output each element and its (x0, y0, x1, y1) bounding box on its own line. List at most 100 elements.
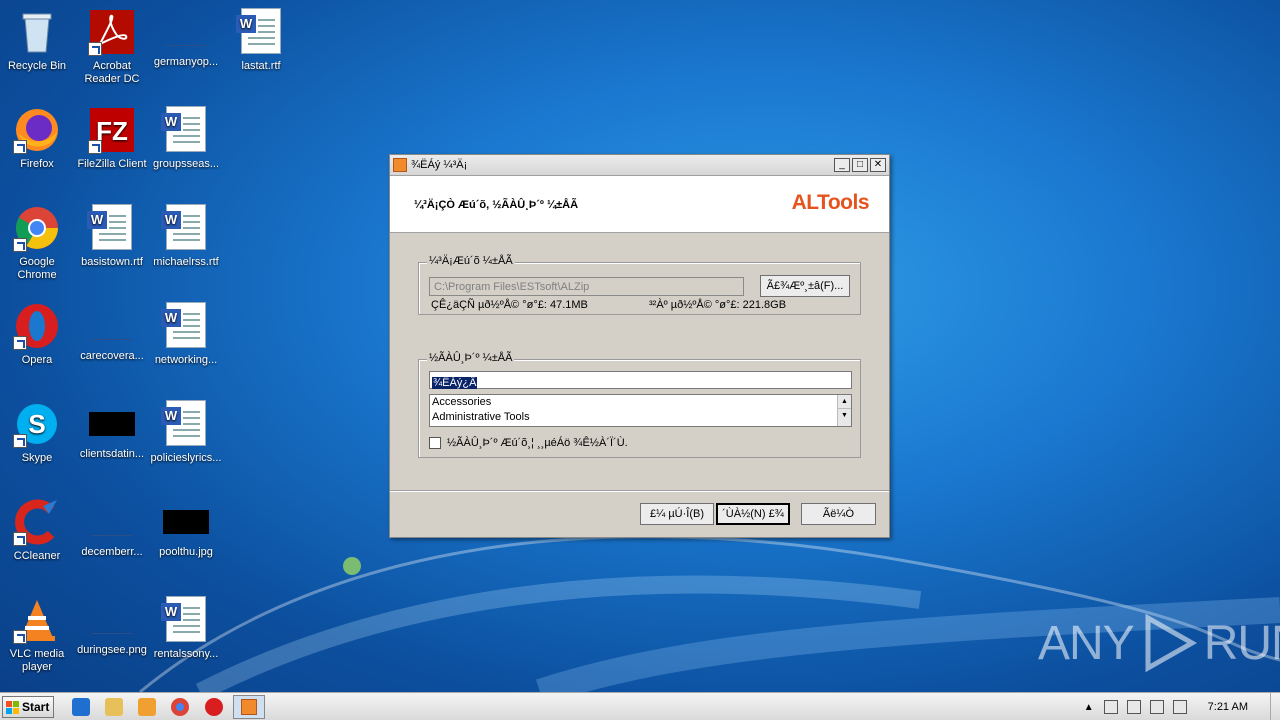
blank-file-icon (92, 316, 132, 340)
desktop-icon-basistown[interactable]: W basistown.rtf (75, 204, 149, 269)
desktop-icon-label: policieslyrics... (150, 452, 222, 464)
desktop-icon-recycle-bin[interactable]: Recycle Bin (0, 8, 74, 73)
blank-file-icon (166, 22, 206, 46)
black-image-icon (89, 412, 135, 436)
desktop-icon-germanyop[interactable]: germanyop... (149, 8, 223, 69)
start-menu-name-input[interactable]: ¾ËÁý¿Â (429, 371, 852, 389)
show-desktop-button[interactable] (1270, 693, 1280, 720)
desktop-icon-label: Recycle Bin (7, 60, 67, 72)
desktop-icon-policieslyrics[interactable]: W policieslyrics... (149, 400, 223, 465)
action-center-icon[interactable] (1103, 700, 1118, 714)
start-menu-group-label: ½ÃÀÛ¸Þ´º ¼±ÅÃ (427, 352, 515, 364)
desktop-icon-opera[interactable]: Opera (0, 302, 74, 367)
internet-explorer-icon[interactable] (72, 698, 90, 716)
start-button[interactable]: Start (2, 696, 54, 718)
maximize-button[interactable]: □ (852, 158, 868, 172)
watermark-right-text: RUN (1203, 616, 1280, 670)
start-menu-folder-list[interactable]: Accessories Administrative Tools ▲ ▼ (429, 394, 852, 427)
desktop-icon-label: decemberr... (81, 546, 143, 558)
list-item[interactable]: Administrative Tools (430, 410, 851, 425)
recycle-bin-icon (13, 8, 61, 56)
file-explorer-icon[interactable] (105, 698, 123, 716)
show-hidden-icons-icon[interactable]: ▲ (1084, 702, 1094, 713)
desktop-icon-decemberr[interactable]: decemberr... (75, 498, 149, 559)
install-folder-group-label: ¼³Ä¡Æú´õ ¼±ÅÃ (427, 255, 515, 267)
desktop-icon-groupsseas[interactable]: W groupsseas... (149, 106, 223, 171)
desktop-icon-clientsdatin[interactable]: clientsdatin... (75, 400, 149, 461)
alzip-app-icon (393, 158, 407, 172)
scroll-down-icon[interactable]: ▼ (838, 409, 851, 423)
header-title: ¼³Ä¡ÇÒ Æú´õ, ½ÃÀÛ¸Þ´º ¼±ÅÃ (414, 199, 579, 211)
start-menu-name-value: ¾ËÁý¿Â (432, 377, 478, 389)
desktop-icon-label: groupsseas... (152, 158, 220, 170)
skype-icon: S (13, 400, 61, 448)
ccleaner-icon (13, 498, 61, 546)
desktop-icon-rentalssony[interactable]: W rentalssony... (149, 596, 223, 661)
desktop-icon-label: CCleaner (13, 550, 61, 562)
desktop-icon-michaelrss[interactable]: W michaelrss.rtf (149, 204, 223, 269)
start-label: Start (22, 700, 50, 714)
desktop-icon-poolthu[interactable]: poolthu.jpg (149, 498, 223, 559)
taskbar-alzip-setup[interactable] (233, 695, 265, 719)
desktop-icon-firefox[interactable]: Firefox (0, 106, 74, 171)
cancel-button[interactable]: Ãë¼Ò (801, 503, 876, 525)
back-button[interactable]: £¼ µÚ·Î(B) (640, 503, 714, 525)
next-button[interactable]: ´ÙÀ½(N) £¾ (716, 503, 790, 525)
title-bar[interactable]: ¾ËÁý ¼³Ä¡ _ □ ✕ (390, 155, 889, 176)
desktop-icon-label: Opera (21, 354, 53, 366)
opera-icon (13, 302, 61, 350)
desktop-icon-label: basistown.rtf (81, 256, 143, 268)
altools-logo: ALTools (791, 191, 870, 214)
media-player-icon[interactable] (138, 698, 156, 716)
desktop-icon-label: germanyop... (153, 56, 219, 68)
desktop-icon-label: rentalssony... (153, 648, 219, 660)
minimize-button[interactable]: _ (834, 158, 850, 172)
desktop-icon-label: poolthu.jpg (159, 546, 213, 558)
volume-icon[interactable] (1149, 700, 1164, 714)
network-icon[interactable] (1126, 700, 1141, 714)
desktop-icon-skype[interactable]: S Skype (0, 400, 74, 465)
chrome-taskbar-icon[interactable] (171, 698, 189, 716)
desktop-icon-label: duringsee.png (77, 644, 147, 656)
desktop-icon-vlc[interactable]: VLC media player (0, 596, 74, 674)
word-doc-icon: W (161, 400, 210, 448)
opera-taskbar-icon[interactable] (205, 698, 223, 716)
scroll-up-icon[interactable]: ▲ (838, 395, 851, 409)
word-doc-icon: W (161, 596, 210, 644)
flag-icon[interactable] (1172, 700, 1187, 714)
desktop-icon-label: lastat.rtf (241, 60, 281, 72)
available-space-text: ³²Àº µð½ºÅ© °ø°£: 221.8GB (649, 299, 787, 311)
desktop-icon-label: networking... (154, 354, 218, 366)
no-start-menu-checkbox[interactable]: ½ÃÀÛ¸Þ´º Æú´õ¸¦ ¸¸µéÁö ¾Ê½À´Ï´Ù. (429, 437, 628, 449)
blank-file-icon (92, 512, 132, 536)
word-doc-icon: W (161, 302, 210, 350)
desktop-icon-acrobat[interactable]: Acrobat Reader DC (75, 8, 149, 86)
checkbox-box[interactable] (429, 437, 441, 449)
desktop-icon-filezilla[interactable]: FZ FileZilla Client (75, 106, 149, 171)
filezilla-icon: FZ (88, 106, 136, 154)
close-button[interactable]: ✕ (870, 158, 886, 172)
desktop-icon-chrome[interactable]: Google Chrome (0, 204, 74, 282)
installer-window: ¾ËÁý ¼³Ä¡ _ □ ✕ ¼³Ä¡ÇÒ Æú´õ, ½ÃÀÛ¸Þ´º ¼±… (389, 154, 890, 538)
word-doc-icon: W (161, 106, 210, 154)
clock[interactable]: 7:21 AM (1208, 701, 1248, 713)
desktop-icon-carecovera[interactable]: carecovera... (75, 302, 149, 363)
blank-file-icon (92, 610, 132, 634)
desktop-icon-networking[interactable]: W networking... (149, 302, 223, 367)
install-path-field[interactable]: C:\Program Files\ESTsoft\ALZip (429, 277, 744, 296)
black-image-icon (163, 510, 209, 534)
footer-divider (390, 490, 889, 492)
play-icon (1145, 613, 1197, 673)
list-scrollbar[interactable]: ▲ ▼ (837, 395, 851, 426)
acrobat-icon (88, 8, 136, 56)
watermark-left-text: ANY (1038, 616, 1135, 670)
desktop-icon-ccleaner[interactable]: CCleaner (0, 498, 74, 563)
window-title: ¾ËÁý ¼³Ä¡ (411, 159, 468, 171)
svg-text:S: S (28, 409, 45, 439)
desktop-icon-lastat[interactable]: W lastat.rtf (224, 8, 298, 73)
alzip-taskbar-icon (241, 699, 257, 715)
vlc-icon (13, 596, 61, 644)
desktop-icon-duringsee[interactable]: duringsee.png (75, 596, 149, 657)
browse-button[interactable]: Ã£¾Æº¸±â(F)... (760, 275, 850, 297)
list-item[interactable]: Accessories (430, 395, 851, 410)
